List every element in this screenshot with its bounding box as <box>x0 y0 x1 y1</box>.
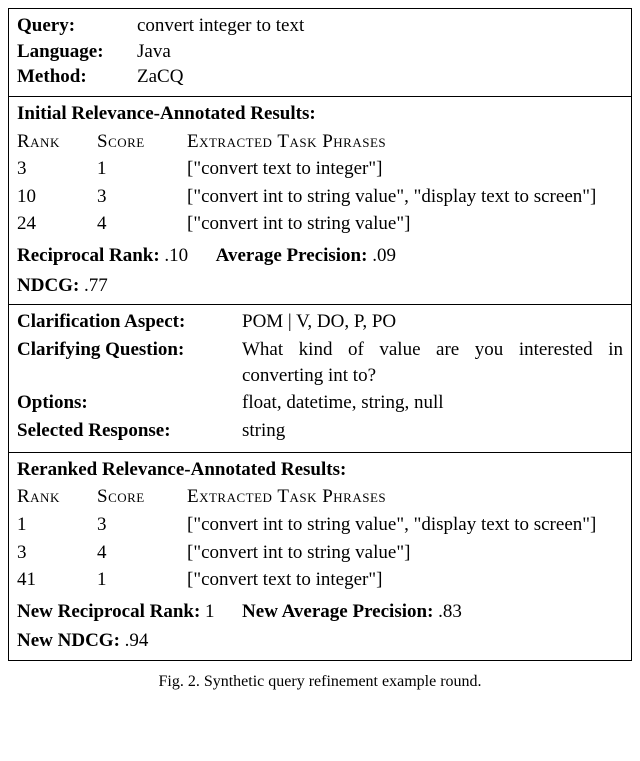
initial-results-title: Initial Relevance-Annotated Results: <box>17 101 623 127</box>
figure-container: Query: convert integer to text Language:… <box>8 8 632 661</box>
col-rank-header: Rank <box>17 484 97 512</box>
cell-rank: 10 <box>17 184 97 212</box>
cell-rank: 3 <box>17 156 97 184</box>
table-row: 1 3 ["convert int to string value", "dis… <box>17 512 623 540</box>
table-row: 3 1 ["convert text to integer"] <box>17 156 623 184</box>
method-label: Method: <box>17 64 137 90</box>
cell-score: 4 <box>97 540 187 568</box>
ap-label: Average Precision: <box>216 245 368 266</box>
initial-results-block: Initial Relevance-Annotated Results: Ran… <box>9 97 631 305</box>
selected-label: Selected Response: <box>17 418 242 444</box>
question-value: What kind of value are you interested in… <box>242 337 623 388</box>
reranked-results-block: Reranked Relevance-Annotated Results: Ra… <box>9 453 631 661</box>
language-row: Language: Java <box>17 39 623 65</box>
cell-rank: 1 <box>17 512 97 540</box>
table-header-row: Rank Score Extracted Task Phrases <box>17 484 623 512</box>
reranked-metrics-line1: New Reciprocal Rank: 1 New Average Preci… <box>17 599 623 625</box>
table-row: 24 4 ["convert int to string value"] <box>17 211 623 239</box>
query-label: Query: <box>17 13 137 39</box>
new-ndcg-value: .94 <box>125 630 149 651</box>
options-label: Options: <box>17 390 242 416</box>
rr-value: .10 <box>164 245 188 266</box>
cell-phrases: ["convert int to string value"] <box>187 211 623 239</box>
clarification-block: Clarification Aspect: POM | V, DO, P, PO… <box>9 305 631 452</box>
language-value: Java <box>137 39 623 65</box>
new-ndcg-label: New NDCG: <box>17 630 120 651</box>
selected-row: Selected Response: string <box>17 418 623 444</box>
initial-metrics-line1: Reciprocal Rank: .10 Average Precision: … <box>17 243 623 269</box>
ndcg-label: NDCG: <box>17 275 79 296</box>
reranked-metrics-line2: New NDCG: .94 <box>17 628 623 654</box>
ndcg-value: .77 <box>84 275 108 296</box>
col-rank-header: Rank <box>17 129 97 157</box>
cell-phrases: ["convert int to string value", "display… <box>187 184 623 212</box>
header-block: Query: convert integer to text Language:… <box>9 9 631 97</box>
new-ap-label: New Average Precision: <box>242 601 433 622</box>
cell-score: 1 <box>97 156 187 184</box>
col-score-header: Score <box>97 484 187 512</box>
cell-rank: 3 <box>17 540 97 568</box>
cell-score: 4 <box>97 211 187 239</box>
query-row: Query: convert integer to text <box>17 13 623 39</box>
method-value: ZaCQ <box>137 64 623 90</box>
question-label: Clarifying Question: <box>17 337 242 388</box>
cell-phrases: ["convert text to integer"] <box>187 156 623 184</box>
cell-rank: 41 <box>17 567 97 595</box>
cell-score: 3 <box>97 184 187 212</box>
table-row: 10 3 ["convert int to string value", "di… <box>17 184 623 212</box>
cell-phrases: ["convert int to string value"] <box>187 540 623 568</box>
col-score-header: Score <box>97 129 187 157</box>
cell-phrases: ["convert text to integer"] <box>187 567 623 595</box>
language-label: Language: <box>17 39 137 65</box>
question-row: Clarifying Question: What kind of value … <box>17 337 623 388</box>
aspect-value: POM | V, DO, P, PO <box>242 309 623 335</box>
table-row: 3 4 ["convert int to string value"] <box>17 540 623 568</box>
cell-score: 1 <box>97 567 187 595</box>
initial-metrics-line2: NDCG: .77 <box>17 273 623 299</box>
options-value: float, datetime, string, null <box>242 390 623 416</box>
options-row: Options: float, datetime, string, null <box>17 390 623 416</box>
cell-score: 3 <box>97 512 187 540</box>
query-value: convert integer to text <box>137 13 623 39</box>
selected-value: string <box>242 418 623 444</box>
reranked-results-title: Reranked Relevance-Annotated Results: <box>17 457 623 483</box>
figure-caption: Fig. 2. Synthetic query refinement examp… <box>8 671 632 693</box>
new-ap-value: .83 <box>438 601 462 622</box>
col-phrases-header: Extracted Task Phrases <box>187 484 623 512</box>
reranked-results-table: Rank Score Extracted Task Phrases 1 3 ["… <box>17 484 623 595</box>
cell-rank: 24 <box>17 211 97 239</box>
aspect-label: Clarification Aspect: <box>17 309 242 335</box>
table-row: 41 1 ["convert text to integer"] <box>17 567 623 595</box>
new-rr-label: New Reciprocal Rank: <box>17 601 200 622</box>
method-row: Method: ZaCQ <box>17 64 623 90</box>
table-header-row: Rank Score Extracted Task Phrases <box>17 129 623 157</box>
ap-value: .09 <box>372 245 396 266</box>
aspect-row: Clarification Aspect: POM | V, DO, P, PO <box>17 309 623 335</box>
rr-label: Reciprocal Rank: <box>17 245 160 266</box>
cell-phrases: ["convert int to string value", "display… <box>187 512 623 540</box>
new-rr-value: 1 <box>205 601 215 622</box>
col-phrases-header: Extracted Task Phrases <box>187 129 623 157</box>
initial-results-table: Rank Score Extracted Task Phrases 3 1 ["… <box>17 129 623 240</box>
